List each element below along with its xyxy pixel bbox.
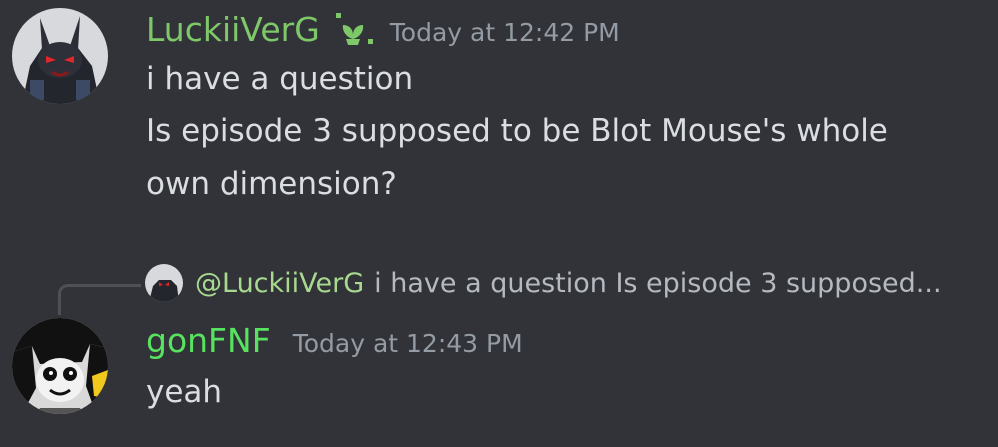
message-line: Is episode 3 supposed to be Blot Mouse's… [146, 113, 888, 149]
reply-mention[interactable]: @LuckiiVerG [195, 268, 364, 299]
reply-reference[interactable]: @LuckiiVerG i have a question Is episode… [145, 264, 942, 302]
username[interactable]: gonFNF [146, 321, 271, 360]
reply-avatar [145, 264, 183, 302]
sprout-badge-icon [330, 13, 376, 47]
message-line: yeah [146, 374, 223, 410]
avatar-gonfnf[interactable] [12, 318, 108, 414]
reply-preview[interactable]: i have a question Is episode 3 supposed.… [374, 268, 941, 299]
reply-connector [58, 284, 141, 315]
username[interactable]: LuckiiVerG [146, 10, 320, 49]
timestamp[interactable]: Today at 12:42 PM [390, 18, 620, 47]
timestamp[interactable]: Today at 12:43 PM [293, 329, 523, 358]
message-line: own dimension? [146, 166, 397, 202]
avatar-luckiiverg[interactable] [12, 8, 108, 104]
message-line: i have a question [146, 61, 414, 97]
